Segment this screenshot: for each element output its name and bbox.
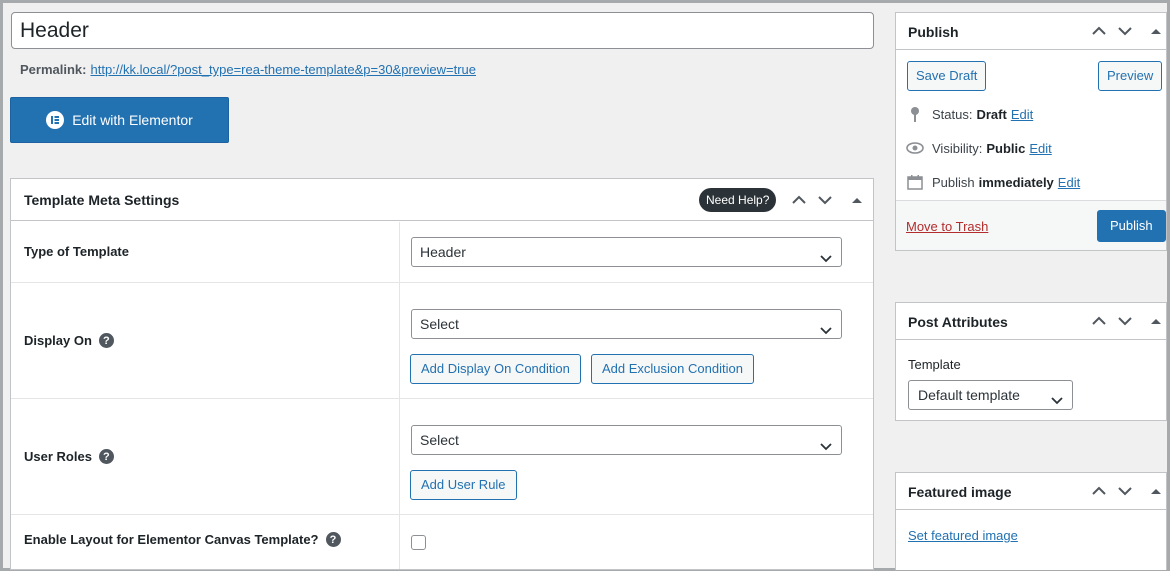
- chevron-down-icon: [819, 246, 833, 274]
- template-select[interactable]: Default template: [908, 380, 1073, 410]
- canvas-layout-row: Enable Layout for Elementor Canvas Templ…: [11, 515, 873, 569]
- move-to-trash-link[interactable]: Move to Trash: [906, 219, 988, 234]
- type-of-template-select[interactable]: Header: [411, 237, 842, 267]
- publish-actions: Move to Trash Publish: [896, 200, 1166, 250]
- schedule-label: Publish: [932, 174, 975, 190]
- post-attributes-header: Post Attributes: [896, 303, 1166, 340]
- type-of-template-value: Header: [420, 244, 466, 260]
- status-label: Status:: [932, 106, 973, 122]
- help-icon[interactable]: ?: [325, 532, 341, 547]
- add-display-on-condition-button[interactable]: Add Display On Condition: [410, 354, 581, 384]
- display-on-row: Display On? Select Add Display On Condit…: [11, 283, 873, 399]
- template-value: Default template: [918, 387, 1020, 403]
- schedule-value: immediately: [978, 174, 1054, 190]
- need-help-button[interactable]: Need Help?: [699, 188, 777, 212]
- calendar-icon: [906, 173, 924, 191]
- elementor-icon: [46, 111, 65, 129]
- toggle-panel-icon[interactable]: [1146, 311, 1166, 331]
- save-draft-button[interactable]: Save Draft: [907, 61, 987, 91]
- schedule-edit-link[interactable]: Edit: [1058, 175, 1080, 190]
- chevron-up-icon[interactable]: [1089, 21, 1109, 41]
- chevron-down-icon: [819, 434, 833, 462]
- display-on-select[interactable]: Select: [411, 309, 842, 339]
- canvas-layout-label: Enable Layout for Elementor Canvas Templ…: [24, 532, 319, 547]
- metabox-title: Template Meta Settings: [24, 192, 180, 208]
- add-exclusion-condition-button[interactable]: Add Exclusion Condition: [591, 354, 754, 384]
- template-meta-settings-box: Template Meta Settings Need Help? Type o…: [10, 178, 874, 570]
- schedule-row: Publish immediately Edit: [906, 173, 1080, 191]
- permalink: Permalink: http://kk.local/?post_type=rea…: [20, 62, 476, 77]
- canvas-layout-checkbox[interactable]: [411, 535, 426, 550]
- featured-image-box: Featured image Set featured image: [895, 472, 1167, 570]
- user-roles-row: User Roles? Select Add User Rule: [11, 399, 873, 515]
- post-attributes-title: Post Attributes: [908, 314, 1008, 330]
- toggle-panel-icon[interactable]: [1146, 21, 1166, 41]
- set-featured-image-link[interactable]: Set featured image: [908, 528, 1018, 543]
- visibility-edit-link[interactable]: Edit: [1029, 141, 1051, 156]
- toggle-panel-icon[interactable]: [847, 190, 867, 210]
- add-user-rule-button[interactable]: Add User Rule: [410, 470, 517, 500]
- eye-icon: [906, 139, 924, 157]
- publish-button[interactable]: Publish: [1097, 210, 1166, 242]
- user-roles-value: Select: [420, 432, 459, 448]
- visibility-row: Visibility: Public Edit: [906, 139, 1052, 157]
- user-roles-label: User Roles: [24, 449, 92, 464]
- display-on-value: Select: [420, 316, 459, 332]
- help-icon[interactable]: ?: [98, 449, 114, 464]
- chevron-down-icon[interactable]: [1115, 311, 1135, 331]
- edit-with-elementor-button[interactable]: Edit with Elementor: [10, 97, 229, 143]
- toggle-panel-icon[interactable]: [1146, 481, 1166, 501]
- permalink-label: Permalink:: [20, 62, 87, 77]
- template-label: Template: [908, 357, 961, 372]
- type-of-template-label: Type of Template: [24, 244, 129, 259]
- display-on-label: Display On: [24, 333, 92, 348]
- type-of-template-row: Type of Template Header: [11, 222, 873, 283]
- post-attributes-box: Post Attributes Template Default templat…: [895, 302, 1167, 421]
- status-value: Draft: [976, 106, 1007, 122]
- permalink-url[interactable]: http://kk.local/?post_type=rea-theme-tem…: [90, 62, 476, 77]
- publish-box-title: Publish: [908, 24, 959, 40]
- publish-box: Publish Save Draft Preview Status: Draft E…: [895, 12, 1167, 251]
- publish-box-header: Publish: [896, 13, 1166, 50]
- status-row: Status: Draft Edit: [906, 105, 1033, 123]
- chevron-up-icon[interactable]: [789, 190, 809, 210]
- chevron-down-icon: [1050, 388, 1064, 416]
- chevron-up-icon[interactable]: [1089, 481, 1109, 501]
- featured-image-header: Featured image: [896, 473, 1166, 510]
- metabox-header: Template Meta Settings Need Help?: [11, 179, 873, 221]
- pin-icon: [906, 105, 924, 123]
- chevron-down-icon[interactable]: [815, 190, 835, 210]
- chevron-down-icon: [819, 318, 833, 346]
- chevron-down-icon[interactable]: [1115, 481, 1135, 501]
- chevron-down-icon[interactable]: [1115, 21, 1135, 41]
- preview-button[interactable]: Preview: [1098, 61, 1163, 91]
- help-icon[interactable]: ?: [98, 333, 114, 348]
- post-title-input[interactable]: Header: [11, 12, 874, 49]
- edit-with-elementor-label: Edit with Elementor: [72, 112, 193, 128]
- visibility-value: Public: [986, 140, 1026, 156]
- user-roles-select[interactable]: Select: [411, 425, 842, 455]
- visibility-label: Visibility:: [932, 140, 983, 156]
- status-edit-link[interactable]: Edit: [1011, 107, 1033, 122]
- featured-image-title: Featured image: [908, 484, 1012, 500]
- chevron-up-icon[interactable]: [1089, 311, 1109, 331]
